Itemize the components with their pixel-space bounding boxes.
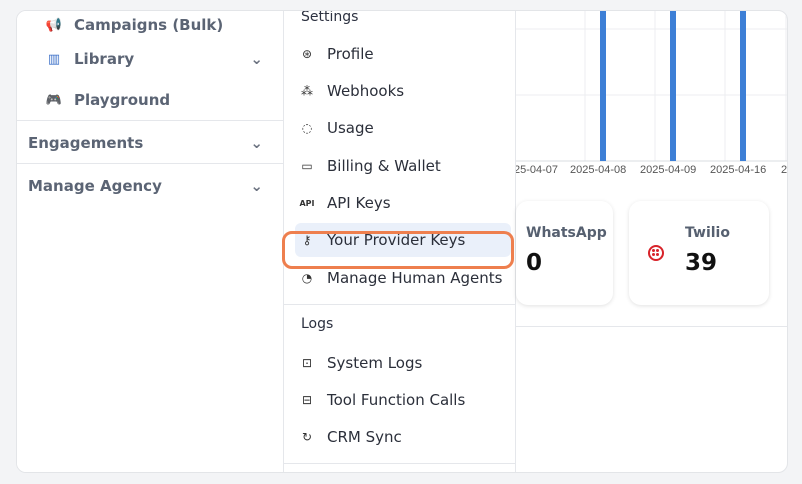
- menu-item-label: CRM Sync: [327, 428, 402, 446]
- app-window: 📢 Campaigns (Bulk) ▥ Library ⌄ 🎮 Playgro…: [16, 10, 788, 473]
- menu-item-label: Webhooks: [327, 82, 405, 100]
- usage-bar-chart: 25-04-07 2025-04-08 2025-04-09 2025-04-16 2: [516, 11, 787, 176]
- section-heading-logs: Logs: [301, 316, 334, 332]
- chart-bar[interactable]: [740, 11, 746, 161]
- megaphone-icon: 📢: [45, 17, 63, 33]
- stat-value: 0: [526, 250, 543, 276]
- menu-item-system-logs[interactable]: ⊡ System Logs: [295, 346, 511, 380]
- monitor-icon: ⊡: [301, 356, 313, 370]
- sidebar-group-label: Engagements: [28, 134, 144, 152]
- chevron-down-icon[interactable]: ⌄: [250, 50, 263, 68]
- sidebar-group-manage-agency[interactable]: Manage Agency ⌄: [17, 168, 283, 204]
- chevron-down-icon[interactable]: ⌄: [250, 134, 263, 152]
- usage-icon: ◌: [301, 121, 313, 135]
- menu-item-label: Billing & Wallet: [327, 157, 441, 175]
- stat-value: 39: [685, 250, 718, 276]
- function-icon: ⊟: [301, 393, 313, 407]
- menu-item-label: System Logs: [327, 354, 423, 372]
- menu-item-label: Manage Human Agents: [327, 269, 503, 287]
- sidebar-group-label: Manage Agency: [28, 177, 162, 195]
- chart-tick-label: 2025-04-16: [710, 164, 766, 176]
- menu-item-usage[interactable]: ◌ Usage: [295, 111, 511, 145]
- dashboard-main: 25-04-07 2025-04-08 2025-04-09 2025-04-16 2 …: [516, 11, 787, 472]
- menu-item-billing-wallet[interactable]: ▭ Billing & Wallet: [295, 149, 511, 183]
- menu-item-profile[interactable]: ⊛ Profile: [295, 37, 511, 71]
- menu-item-label: Usage: [327, 119, 374, 137]
- sync-icon: ↻: [301, 430, 313, 444]
- stat-label: Twilio: [685, 225, 730, 241]
- sidebar-item-label: Campaigns (Bulk): [74, 16, 224, 34]
- stat-card-twilio: Twilio 39: [629, 201, 769, 305]
- sidebar-item-playground[interactable]: 🎮 Playground: [17, 83, 283, 117]
- chart-bar[interactable]: [670, 11, 676, 161]
- twilio-icon: [648, 245, 664, 261]
- user-circle-icon: ⊛: [301, 47, 313, 61]
- divider: [284, 304, 515, 305]
- menu-item-webhooks[interactable]: ⁂ Webhooks: [295, 74, 511, 108]
- stat-card-whatsapp: WhatsApp 0: [516, 201, 613, 305]
- divider: [17, 163, 283, 164]
- sidebar-item-library[interactable]: ▥ Library ⌄: [17, 42, 283, 76]
- chart-bar[interactable]: [600, 11, 606, 161]
- menu-item-label: Profile: [327, 45, 374, 63]
- sidebar: 📢 Campaigns (Bulk) ▥ Library ⌄ 🎮 Playgro…: [17, 11, 284, 472]
- menu-item-label: Tool Function Calls: [327, 391, 466, 409]
- api-icon: API: [299, 198, 315, 208]
- webhook-icon: ⁂: [301, 84, 313, 98]
- chart-tick-label: 2025-04-09: [640, 164, 696, 176]
- section-heading-settings: Settings: [301, 10, 359, 25]
- headset-icon: ◔: [301, 271, 313, 285]
- menu-item-tool-function-calls[interactable]: ⊟ Tool Function Calls: [295, 383, 511, 417]
- library-icon: ▥: [47, 51, 61, 67]
- sidebar-group-engagements[interactable]: Engagements ⌄: [17, 125, 283, 161]
- highlight-outline: [282, 231, 514, 269]
- sidebar-item-label: Library: [74, 50, 135, 68]
- wallet-icon: ▭: [301, 159, 313, 173]
- gamepad-icon: 🎮: [45, 92, 63, 108]
- chart-tick-label: 2025-04-08: [570, 164, 626, 176]
- menu-item-crm-sync[interactable]: ↻ CRM Sync: [295, 420, 511, 454]
- menu-item-label: API Keys: [327, 194, 391, 212]
- chevron-down-icon[interactable]: ⌄: [250, 177, 263, 195]
- menu-item-api-keys[interactable]: API API Keys: [295, 186, 511, 220]
- sidebar-item-campaigns-bulk[interactable]: 📢 Campaigns (Bulk): [17, 11, 283, 42]
- chart-tick-label: 2: [781, 164, 787, 176]
- sidebar-item-label: Playground: [74, 91, 171, 109]
- stat-label: WhatsApp: [526, 225, 607, 241]
- divider: [516, 326, 787, 327]
- divider: [17, 120, 283, 121]
- divider: [284, 463, 515, 464]
- chart-tick-label: 25-04-07: [516, 164, 558, 176]
